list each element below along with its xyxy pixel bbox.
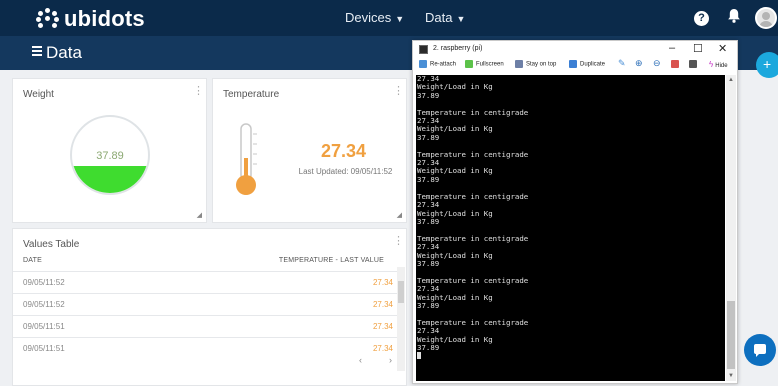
caret-down-icon: ▼ — [456, 14, 466, 24]
zoom-out-icon[interactable]: ⊖ — [653, 58, 661, 69]
reattach-button[interactable]: Re-attach — [419, 60, 456, 68]
terminal-line: 37.89 — [417, 343, 440, 352]
row-date: 09/05/11:51 — [23, 344, 65, 353]
stay-on-top-icon — [515, 60, 523, 68]
reattach-icon — [419, 60, 427, 68]
nav-devices-menu[interactable]: Devices ▼ — [345, 10, 404, 25]
hide-label: Hide — [715, 63, 728, 69]
hamburger-menu-icon[interactable] — [32, 46, 46, 58]
scrollbar-thumb[interactable] — [727, 301, 735, 369]
values-table-widget: Values Table ⋮ DATE TEMPERATURE - LAST V… — [12, 228, 407, 386]
stay-on-top-button[interactable]: Stay on top — [515, 60, 556, 68]
column-header-date: DATE — [23, 257, 42, 264]
lightning-icon: ϟ — [709, 60, 714, 69]
terminal-line: 37.89 — [417, 216, 440, 226]
gauge-fill-level — [72, 165, 148, 193]
terminal-app-icon — [419, 45, 428, 54]
scrollbar-thumb[interactable] — [398, 281, 404, 303]
scroll-down-icon[interactable]: ▼ — [728, 373, 734, 379]
chat-bubble-button[interactable] — [744, 334, 776, 366]
maximize-button[interactable]: ☐ — [693, 42, 703, 55]
kebab-menu-icon[interactable]: ⋮ — [393, 86, 404, 97]
terminal-cursor — [417, 352, 528, 360]
minimize-button[interactable]: – — [669, 42, 675, 54]
row-value: 27.34 — [372, 300, 393, 309]
last-updated-text: Last Updated: 09/05/11:52 — [298, 167, 393, 176]
table-row: 09/05/11:51 27.34 — [13, 337, 405, 359]
values-table-title: Values Table — [23, 239, 80, 250]
terminal-line: 37.89 — [417, 300, 440, 310]
close-button[interactable]: ✕ — [718, 42, 727, 55]
logo-text: ubidots — [64, 6, 145, 31]
resize-handle-icon[interactable]: ◢ — [197, 211, 202, 219]
hide-button[interactable]: ϟ Hide — [709, 60, 728, 69]
stay-on-top-label: Stay on top — [526, 61, 557, 68]
print-icon[interactable] — [689, 60, 700, 68]
kebab-menu-icon[interactable]: ⋮ — [193, 86, 204, 97]
terminal-window-title: 2. raspberry (pi) — [433, 45, 483, 52]
fullscreen-label: Fullscreen — [476, 61, 504, 68]
row-date: 09/05/11:52 — [23, 278, 65, 287]
temperature-value: 27.34 — [320, 141, 367, 161]
nav-data-menu[interactable]: Data ▼ — [425, 10, 465, 25]
help-icon[interactable]: ? — [694, 11, 709, 26]
resize-handle-icon[interactable]: ◢ — [397, 211, 402, 219]
row-value: 27.34 — [372, 344, 393, 353]
terminal-line: 37.89 — [417, 174, 440, 184]
column-header-temperature: TEMPERATURE - LAST VALUE — [278, 257, 384, 264]
row-value: 27.34 — [372, 322, 393, 331]
reattach-label: Re-attach — [430, 61, 457, 68]
row-date: 09/05/11:51 — [23, 322, 65, 331]
terminal-output[interactable]: 27.34 Weight/Load in Kg 37.89 Temperature … — [416, 75, 725, 381]
calendar-icon[interactable] — [671, 60, 682, 68]
prev-page-button[interactable]: ‹ — [359, 355, 362, 365]
terminal-line: 37.89 — [417, 90, 440, 100]
fullscreen-icon — [465, 60, 473, 68]
page-title: Data — [46, 43, 82, 62]
print-icon-shape — [689, 60, 697, 68]
weight-widget: Weight ⋮ 37.89 ◢ — [12, 78, 207, 223]
terminal-line: 37.89 — [417, 258, 440, 268]
temperature-widget-title: Temperature — [223, 89, 280, 100]
fullscreen-button[interactable]: Fullscreen — [465, 60, 504, 68]
duplicate-button[interactable]: Duplicate — [569, 60, 605, 68]
terminal-toolbar: Re-attach Fullscreen Stay on top Duplica… — [413, 57, 737, 73]
logo-dots-icon — [36, 8, 60, 30]
row-value: 27.34 — [372, 278, 393, 287]
duplicate-label: Duplicate — [580, 61, 606, 68]
table-row: 09/05/11:51 27.34 — [13, 315, 405, 337]
weight-gauge: 37.89 — [70, 115, 150, 195]
scroll-up-icon[interactable]: ▲ — [728, 77, 734, 83]
kebab-menu-icon[interactable]: ⋮ — [393, 236, 404, 247]
nav-devices-label: Devices — [345, 10, 392, 25]
duplicate-icon — [569, 60, 577, 68]
add-widget-button[interactable]: + — [756, 52, 778, 78]
terminal-line: 37.89 — [417, 132, 440, 142]
user-avatar[interactable] — [755, 7, 777, 29]
table-row: 09/05/11:52 27.34 — [13, 271, 405, 293]
table-row: 09/05/11:52 27.34 — [13, 293, 405, 315]
zoom-in-icon[interactable]: ⊕ — [635, 58, 643, 69]
ubidots-logo[interactable]: ubidots — [36, 6, 145, 32]
row-date: 09/05/11:52 — [23, 300, 65, 309]
caret-down-icon: ▼ — [395, 14, 405, 24]
table-scrollbar[interactable] — [397, 267, 405, 371]
edit-icon[interactable]: ✎ — [618, 58, 626, 69]
temperature-widget: Temperature ⋮ 27.34 Last Updated: 09/05/… — [212, 78, 407, 223]
bell-icon[interactable] — [724, 8, 744, 28]
calendar-icon-shape — [671, 60, 679, 68]
terminal-text: 27.34 Weight/Load in Kg 37.89 Temperature … — [417, 75, 528, 361]
nav-data-label: Data — [425, 10, 453, 25]
next-page-button[interactable]: › — [389, 355, 392, 365]
weight-value: 37.89 — [96, 150, 124, 162]
terminal-scrollbar[interactable]: ▲ ▼ — [726, 75, 736, 381]
weight-widget-title: Weight — [23, 89, 54, 100]
terminal-window: 2. raspberry (pi) – ☐ ✕ Re-attach Fullsc… — [412, 40, 738, 384]
